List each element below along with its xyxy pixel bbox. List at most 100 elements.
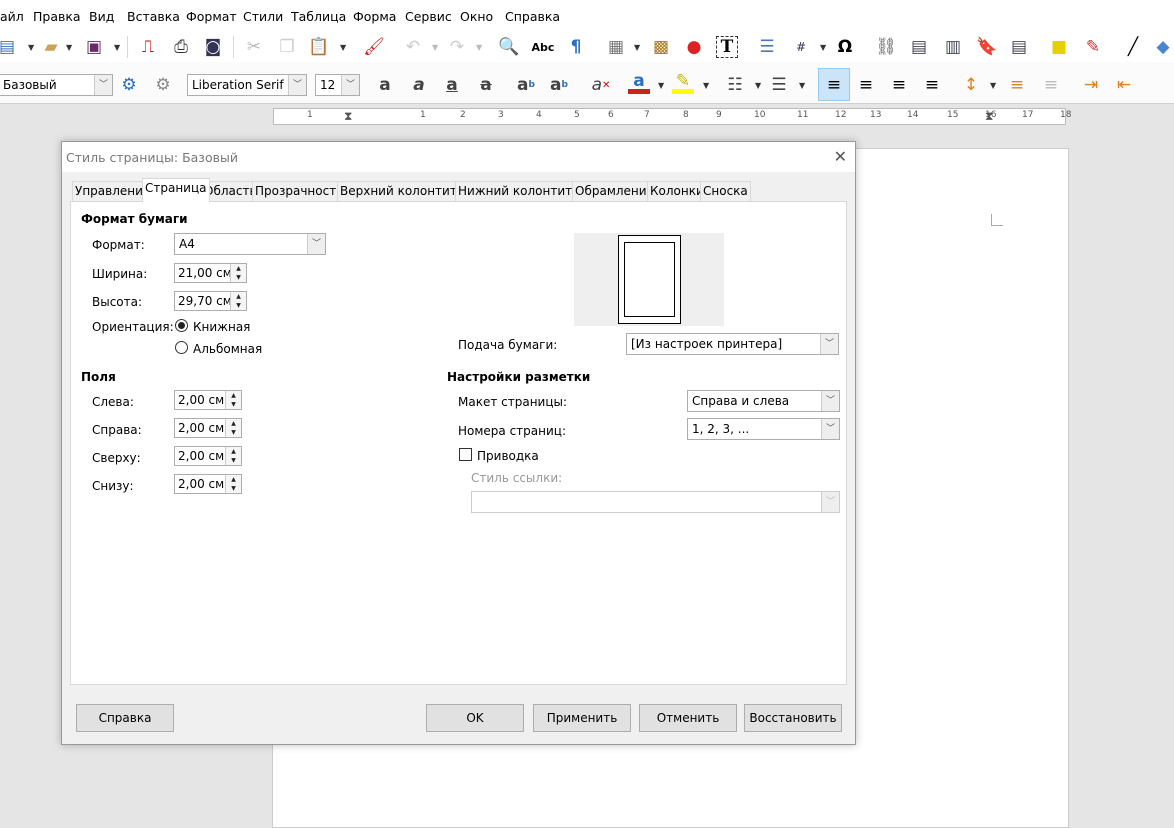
highlight-icon[interactable]: ✎ <box>672 71 694 94</box>
dropdown-arrow-icon[interactable]: ▼ <box>634 43 640 52</box>
page-layout-select[interactable]: Справа и слева ﹀ <box>687 390 840 412</box>
menu-view[interactable]: Вид <box>89 9 114 24</box>
superscript-icon[interactable]: ab <box>515 74 537 96</box>
paragraph-style-combo[interactable]: Базовый ﹀ <box>0 74 113 96</box>
bullet-list-icon[interactable]: ☷ <box>724 74 746 96</box>
margin-bottom-spinbox[interactable]: 2,00 см ▲ ▼ <box>174 474 242 494</box>
cut-icon[interactable]: ✂ <box>243 36 265 58</box>
format-select[interactable]: A4 ﹀ <box>174 233 326 255</box>
spin-arrows-icon[interactable]: ▲ ▼ <box>230 292 246 310</box>
tab-footer[interactable]: Нижний колонтитул <box>455 181 590 201</box>
save-icon[interactable]: ▣ <box>83 36 105 58</box>
find-replace-icon[interactable]: 🔍 <box>498 36 520 58</box>
chevron-down-icon[interactable]: ﹀ <box>341 75 359 95</box>
tab-borders[interactable]: Обрамление <box>572 181 657 201</box>
subscript-icon[interactable]: ab <box>548 74 570 96</box>
track-changes-icon[interactable]: ✎ <box>1082 36 1104 58</box>
dropdown-arrow-icon[interactable]: ▼ <box>799 81 805 90</box>
dropdown-arrow-icon[interactable]: ▼ <box>28 43 34 52</box>
chevron-down-icon[interactable]: ﹀ <box>820 334 838 354</box>
print-preview-icon[interactable]: ◙ <box>202 36 224 58</box>
menu-table[interactable]: Таблица <box>291 9 346 24</box>
increase-indent-icon[interactable]: ⇥ <box>1080 74 1102 96</box>
chevron-down-icon[interactable]: ﹀ <box>288 75 306 95</box>
menu-edit[interactable]: Правка <box>33 9 81 24</box>
height-spinbox[interactable]: 29,70 см ▲ ▼ <box>174 291 247 311</box>
chevron-down-icon[interactable]: ﹀ <box>94 75 112 95</box>
numbered-list-icon[interactable]: ☰ <box>768 74 790 96</box>
formatting-marks-icon[interactable]: ¶ <box>565 36 587 58</box>
dropdown-arrow-icon[interactable]: ▼ <box>340 43 346 52</box>
align-left-icon[interactable]: ≡ <box>818 68 850 101</box>
undo-icon[interactable]: ↶ <box>402 36 424 58</box>
copy-icon[interactable]: ❐ <box>276 36 298 58</box>
portrait-label[interactable]: Книжная <box>193 320 250 334</box>
new-style-icon[interactable]: ⚙ <box>152 74 174 96</box>
menu-tools[interactable]: Сервис <box>405 9 452 24</box>
apply-button[interactable]: Применить <box>533 704 631 732</box>
menu-form[interactable]: Форма <box>353 9 396 24</box>
image-icon[interactable]: ▩ <box>650 36 672 58</box>
justify-icon[interactable]: ≡ <box>921 74 943 96</box>
spin-arrows-icon[interactable]: ▲ ▼ <box>230 264 246 282</box>
menu-help[interactable]: Справка <box>505 9 560 24</box>
menu-window[interactable]: Окно <box>460 9 493 24</box>
tab-transparency[interactable]: Прозрачность <box>252 181 347 201</box>
help-button[interactable]: Справка <box>76 704 174 732</box>
clear-formatting-icon[interactable]: a ✕ <box>590 74 612 96</box>
menu-format[interactable]: Формат <box>186 9 237 24</box>
register-true-label[interactable]: Приводка <box>477 449 539 463</box>
close-icon[interactable]: ✕ <box>834 147 847 166</box>
tab-area[interactable]: Область <box>201 181 260 201</box>
new-document-icon[interactable]: ▤ <box>0 36 18 58</box>
chevron-down-icon[interactable]: ﹀ <box>821 391 839 411</box>
cancel-button[interactable]: Отменить <box>639 704 737 732</box>
horizontal-ruler[interactable]: 1 1 2 3 4 5 6 7 8 9 10 11 12 13 14 15 16 17 18 ⧗ ⧗ <box>273 108 1071 125</box>
page-break-icon[interactable]: ☰ <box>756 36 778 58</box>
ok-button[interactable]: OK <box>426 704 524 732</box>
dropdown-arrow-icon[interactable]: ▼ <box>820 43 826 52</box>
bold-icon[interactable]: a <box>374 74 396 96</box>
indent-right-marker-icon[interactable]: ⧗ <box>985 109 993 124</box>
spin-arrows-icon[interactable]: ▲ ▼ <box>225 391 241 409</box>
table-icon[interactable]: ▦ <box>605 36 627 58</box>
line-icon[interactable]: ╱ <box>1122 36 1144 58</box>
spellcheck-icon[interactable]: Abc <box>532 36 555 58</box>
reset-button[interactable]: Восстановить <box>744 704 842 732</box>
footnote-icon[interactable]: ▤ <box>908 36 930 58</box>
paper-tray-select[interactable]: [Из настроек принтера] ﹀ <box>626 333 839 355</box>
register-true-checkbox[interactable] <box>459 448 472 461</box>
comment-icon[interactable]: ■ <box>1048 36 1070 58</box>
open-folder-icon[interactable]: ▰ <box>40 36 62 58</box>
align-right-icon[interactable]: ≡ <box>888 74 910 96</box>
decrease-paragraph-spacing-icon[interactable]: ≡ <box>1040 74 1062 96</box>
chart-icon[interactable]: ● <box>683 36 705 58</box>
dropdown-arrow-icon[interactable]: ▼ <box>114 43 120 52</box>
indent-left-marker-icon[interactable]: ⧗ <box>344 109 352 124</box>
line-spacing-icon[interactable]: ↕ <box>960 74 982 96</box>
insert-field-icon[interactable]: # <box>790 36 812 58</box>
decrease-indent-icon[interactable]: ⇤ <box>1113 74 1135 96</box>
font-color-icon[interactable]: a <box>628 71 650 94</box>
dropdown-arrow-icon[interactable]: ▼ <box>755 81 761 90</box>
tab-page[interactable]: Страница <box>142 178 210 202</box>
dropdown-arrow-icon[interactable]: ▼ <box>990 81 996 90</box>
special-character-icon[interactable]: Ω <box>834 36 856 58</box>
chevron-down-icon[interactable]: ﹀ <box>821 419 839 439</box>
tab-columns[interactable]: Колонки <box>647 181 707 201</box>
page-numbers-select[interactable]: 1, 2, 3, ... ﹀ <box>687 418 840 440</box>
margin-top-spinbox[interactable]: 2,00 см ▲ ▼ <box>174 446 242 466</box>
tab-header[interactable]: Верхний колонтитул <box>337 181 475 201</box>
margin-left-spinbox[interactable]: 2,00 см ▲ ▼ <box>174 390 242 410</box>
print-icon[interactable]: ⎙ <box>170 36 192 58</box>
align-center-icon[interactable]: ≡ <box>855 74 877 96</box>
font-size-combo[interactable]: 12 ﹀ <box>315 74 360 96</box>
landscape-radio[interactable] <box>175 341 188 354</box>
portrait-radio[interactable] <box>175 319 188 332</box>
spin-arrows-icon[interactable]: ▲ ▼ <box>225 419 241 437</box>
strikethrough-icon[interactable]: a <box>475 74 497 96</box>
dropdown-arrow-icon[interactable]: ▼ <box>432 43 438 52</box>
font-name-combo[interactable]: Liberation Serif ﹀ <box>187 74 307 96</box>
clone-formatting-icon[interactable]: 🖌 <box>363 36 385 58</box>
underline-icon[interactable]: a <box>441 74 463 96</box>
